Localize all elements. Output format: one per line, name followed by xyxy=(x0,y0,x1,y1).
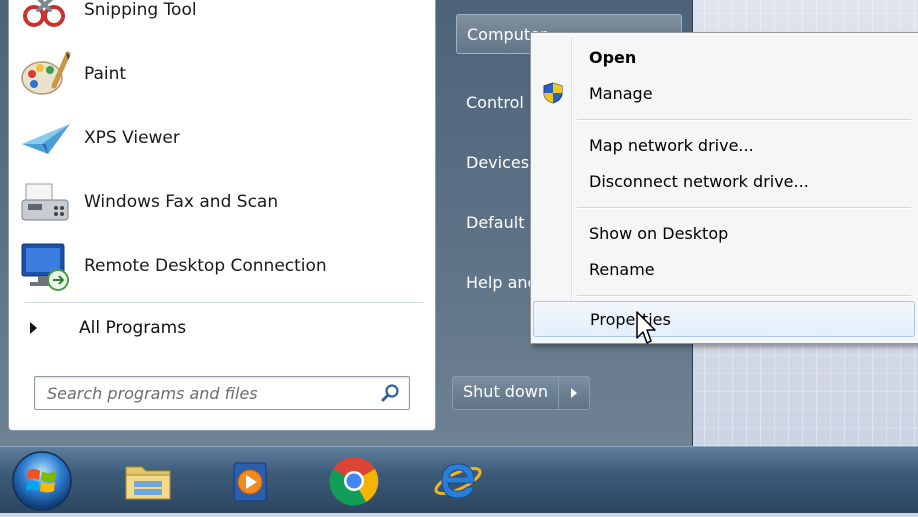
menu-item-label: Show on Desktop xyxy=(589,223,729,243)
triangle-right-icon xyxy=(570,388,577,398)
all-programs-label: All Programs xyxy=(79,318,187,338)
program-label: Remote Desktop Connection xyxy=(84,256,327,276)
triangle-right-icon xyxy=(30,322,37,334)
menu-item-properties[interactable]: Properties xyxy=(533,301,915,337)
menu-separator xyxy=(577,119,911,121)
menu-item-label: Manage xyxy=(589,83,653,103)
program-label: Windows Fax and Scan xyxy=(84,192,279,212)
program-windows-fax-and-scan[interactable]: Windows Fax and Scan xyxy=(18,174,428,230)
program-label: XPS Viewer xyxy=(84,128,180,148)
menu-separator xyxy=(577,295,911,297)
search-icon[interactable] xyxy=(381,383,401,403)
context-menu: Open Manage Map network drive... Disconn… xyxy=(530,32,918,344)
windows-start-orb-icon[interactable] xyxy=(10,449,74,513)
mouse-cursor-icon xyxy=(635,310,659,346)
program-snipping-tool[interactable]: Snipping Tool xyxy=(18,0,428,38)
menu-item-rename[interactable]: Rename xyxy=(533,251,915,287)
menu-item-label: Map network drive... xyxy=(589,135,754,155)
chrome-icon[interactable] xyxy=(326,453,382,509)
shutdown-button[interactable]: Shut down xyxy=(453,377,559,409)
shutdown-control: Shut down xyxy=(452,376,590,410)
menu-item-label: Rename xyxy=(589,259,655,279)
paper-plane-icon xyxy=(18,110,74,166)
program-label: Snipping Tool xyxy=(84,0,197,20)
menu-separator xyxy=(577,207,911,209)
menu-item-map-network-drive[interactable]: Map network drive... xyxy=(533,127,915,163)
search-input[interactable] xyxy=(45,381,369,405)
program-xps-viewer[interactable]: XPS Viewer xyxy=(18,110,428,166)
internet-explorer-icon[interactable] xyxy=(430,453,486,509)
program-paint[interactable]: Paint xyxy=(18,46,428,102)
fax-icon xyxy=(18,174,74,230)
paint-palette-icon xyxy=(18,46,74,102)
menu-item-manage[interactable]: Manage xyxy=(533,75,915,111)
scissors-icon xyxy=(18,0,74,38)
remote-desktop-icon xyxy=(18,238,74,294)
programs-divider xyxy=(24,302,424,303)
search-box xyxy=(34,376,410,410)
shutdown-options-button[interactable] xyxy=(559,377,589,409)
program-label: Paint xyxy=(84,64,127,84)
menu-item-disconnect-network-drive[interactable]: Disconnect network drive... xyxy=(533,163,915,199)
menu-item-label: Disconnect network drive... xyxy=(589,171,809,191)
taskbar xyxy=(0,446,918,513)
media-player-icon[interactable] xyxy=(222,453,278,509)
menu-item-show-on-desktop[interactable]: Show on Desktop xyxy=(533,215,915,251)
uac-shield-icon xyxy=(541,81,565,105)
menu-item-label: Open xyxy=(589,47,637,67)
menu-item-open[interactable]: Open xyxy=(533,39,915,75)
file-explorer-icon[interactable] xyxy=(120,453,176,509)
all-programs-button[interactable]: All Programs xyxy=(30,314,410,342)
program-remote-desktop-connection[interactable]: Remote Desktop Connection xyxy=(18,238,428,294)
